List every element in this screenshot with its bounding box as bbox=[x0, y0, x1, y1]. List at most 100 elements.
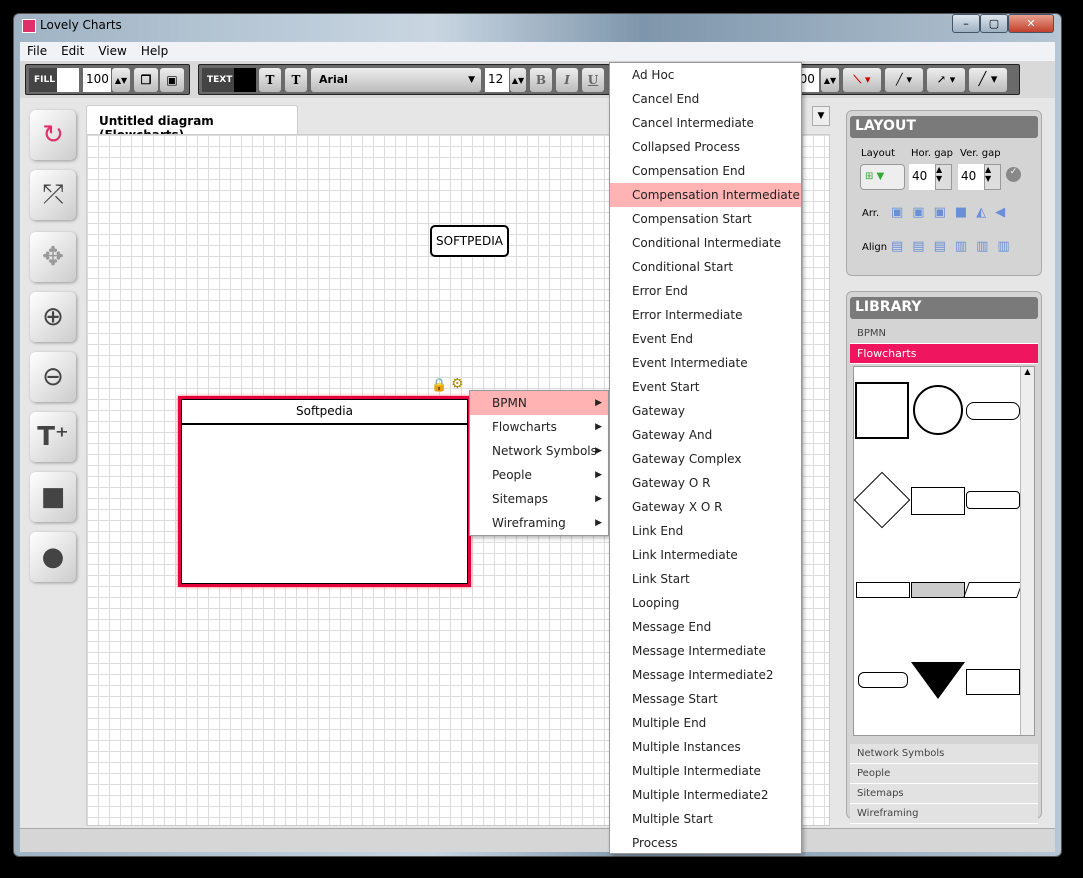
font-size-input[interactable]: 12 bbox=[485, 68, 509, 92]
shape-preparation[interactable] bbox=[858, 672, 908, 688]
menu-item-wireframing[interactable]: Wireframing ▶ bbox=[470, 511, 608, 535]
tab-diagram[interactable]: Untitled diagram (Flowcharts) bbox=[86, 105, 298, 142]
submenu-item[interactable]: Message End bbox=[610, 615, 801, 639]
shape-display[interactable] bbox=[856, 582, 910, 598]
menu-edit[interactable]: Edit bbox=[54, 42, 91, 61]
submenu-item[interactable]: Cancel End bbox=[610, 87, 801, 111]
submenu-item[interactable]: Gateway X O R bbox=[610, 495, 801, 519]
shape-predefined[interactable] bbox=[911, 582, 965, 598]
zoom-out-icon[interactable]: ⊖ bbox=[30, 352, 76, 402]
arrow-style-button[interactable]: ↗ ▾ bbox=[927, 68, 965, 92]
italic-button[interactable]: I bbox=[556, 68, 578, 92]
menu-view[interactable]: View bbox=[91, 42, 133, 61]
menu-item-bpmn[interactable]: BPMN ▶ bbox=[470, 391, 608, 415]
bold-button[interactable]: B bbox=[530, 68, 552, 92]
submenu-item[interactable]: Compensation Start bbox=[610, 207, 801, 231]
fill-opacity-stepper[interactable]: ▲▼ bbox=[112, 68, 130, 92]
vgap-stepper[interactable]: ▲ ▼ bbox=[984, 164, 1001, 190]
font-size-stepper[interactable]: ▲▼ bbox=[510, 68, 526, 92]
shape-process[interactable] bbox=[966, 491, 1020, 509]
submenu-item[interactable]: Looping bbox=[610, 591, 801, 615]
palette-scrollbar[interactable]: ▲ bbox=[1020, 367, 1034, 735]
submenu-item[interactable]: Multiple End bbox=[610, 711, 801, 735]
menu-file[interactable]: File bbox=[20, 42, 54, 61]
shape-rectangle[interactable] bbox=[855, 382, 909, 439]
submenu-item[interactable]: Conditional Start bbox=[610, 255, 801, 279]
submenu-item[interactable]: Message Start bbox=[610, 687, 801, 711]
close-button[interactable]: ✕ bbox=[1008, 14, 1054, 33]
submenu-item[interactable]: Gateway Complex bbox=[610, 447, 801, 471]
shape-terminator[interactable] bbox=[966, 402, 1020, 420]
hgap-input[interactable]: 40 bbox=[909, 164, 935, 190]
underline-button[interactable]: U bbox=[582, 68, 604, 92]
arrange-icons[interactable]: ▣▣▣■◭◀ bbox=[891, 205, 1014, 220]
library-category-network-symbols[interactable]: Network Symbols bbox=[850, 744, 1038, 764]
submenu-item[interactable]: Cancel Intermediate bbox=[610, 111, 801, 135]
library-category-wireframing[interactable]: Wireframing bbox=[850, 804, 1038, 824]
menu-item-flowcharts[interactable]: Flowcharts ▶ bbox=[470, 415, 608, 439]
library-category-sitemaps[interactable]: Sitemaps bbox=[850, 784, 1038, 804]
add-shape-icon[interactable]: ■ bbox=[30, 472, 76, 522]
vgap-input[interactable]: 40 bbox=[958, 164, 984, 190]
menu-item-network-symbols[interactable]: Network Symbols ▶ bbox=[470, 439, 608, 463]
pointer-tool-icon[interactable]: ⤱ bbox=[30, 170, 76, 220]
fill-color-swatch[interactable] bbox=[57, 68, 79, 92]
fill-opacity-input[interactable]: 100 bbox=[83, 68, 111, 92]
submenu-item[interactable]: Multiple Intermediate bbox=[610, 759, 801, 783]
submenu-item[interactable]: Message Intermediate bbox=[610, 639, 801, 663]
submenu-item[interactable]: Message Intermediate2 bbox=[610, 663, 801, 687]
shape-circle[interactable] bbox=[913, 385, 963, 435]
tab-dropdown-button[interactable]: ▼ bbox=[812, 106, 830, 126]
submenu-item[interactable]: Collapsed Process bbox=[610, 135, 801, 159]
shape-document[interactable] bbox=[911, 487, 965, 515]
font-select[interactable]: Arial ▼ bbox=[311, 68, 481, 92]
library-category-people[interactable]: People bbox=[850, 764, 1038, 784]
shape-decision[interactable] bbox=[853, 471, 911, 529]
submenu-item[interactable]: Event End bbox=[610, 327, 801, 351]
submenu-item[interactable]: Error Intermediate bbox=[610, 303, 801, 327]
library-category-flowcharts[interactable]: Flowcharts bbox=[850, 344, 1038, 364]
text-color-swatch[interactable] bbox=[234, 68, 256, 92]
minimize-button[interactable]: – bbox=[952, 14, 980, 33]
submenu-item[interactable]: Event Start bbox=[610, 375, 801, 399]
submenu-item[interactable]: Multiple Intermediate2 bbox=[610, 783, 801, 807]
add-circle-icon[interactable]: ● bbox=[30, 532, 76, 582]
connector-style-button[interactable]: ⟍ ▾ bbox=[843, 68, 881, 92]
lock-icon[interactable]: 🔒 bbox=[431, 378, 447, 393]
apply-layout-icon[interactable]: ✓ bbox=[1006, 167, 1021, 182]
menu-item-sitemaps[interactable]: Sitemaps ▶ bbox=[470, 487, 608, 511]
selected-shape[interactable]: Softpedia bbox=[178, 396, 471, 587]
pan-tool-icon[interactable]: ✥ bbox=[30, 232, 76, 282]
submenu-item[interactable]: Link Intermediate bbox=[610, 543, 801, 567]
submenu-item[interactable]: Gateway bbox=[610, 399, 801, 423]
menu-item-people[interactable]: People ▶ bbox=[470, 463, 608, 487]
submenu-item[interactable]: Ad Hoc bbox=[610, 63, 801, 87]
shape-tape[interactable] bbox=[966, 669, 1020, 695]
submenu-item[interactable]: Conditional Intermediate bbox=[610, 231, 801, 255]
shape-merge[interactable] bbox=[911, 662, 965, 699]
submenu-item[interactable]: Event Intermediate bbox=[610, 351, 801, 375]
shape-data[interactable] bbox=[963, 582, 1023, 598]
maximize-button[interactable]: ▢ bbox=[980, 14, 1008, 33]
submenu-item[interactable]: Process bbox=[610, 831, 801, 853]
submenu-item[interactable]: Error End bbox=[610, 279, 801, 303]
submenu-item[interactable]: Link End bbox=[610, 519, 801, 543]
zoom-in-icon[interactable]: ⊕ bbox=[30, 292, 76, 342]
text-outline-button[interactable]: T bbox=[259, 68, 281, 92]
align-icons[interactable]: ▤▤▤▥▥▥ bbox=[891, 239, 1019, 254]
submenu-item[interactable]: Compensation Intermediate bbox=[610, 183, 801, 207]
layout-type-select[interactable]: ⊞ ▼ bbox=[860, 164, 905, 190]
border-button[interactable]: ▣ bbox=[160, 68, 184, 92]
submenu-item[interactable]: Gateway O R bbox=[610, 471, 801, 495]
shadow-button[interactable]: ❐ bbox=[134, 68, 158, 92]
text-bold-style-button[interactable]: T bbox=[285, 68, 307, 92]
hand-tool-icon[interactable]: ↻ bbox=[30, 110, 76, 160]
hgap-stepper[interactable]: ▲ ▼ bbox=[935, 164, 952, 190]
line-style-button[interactable]: ╱ ▾ bbox=[885, 68, 923, 92]
library-category-bpmn[interactable]: BPMN bbox=[850, 324, 1038, 344]
submenu-item[interactable]: Gateway And bbox=[610, 423, 801, 447]
submenu-item[interactable]: Multiple Instances bbox=[610, 735, 801, 759]
gear-edit-icon[interactable]: ⚙ bbox=[451, 376, 464, 392]
submenu-item[interactable]: Multiple Start bbox=[610, 807, 801, 831]
line-width-button[interactable]: ╱ ▾ bbox=[969, 68, 1007, 92]
